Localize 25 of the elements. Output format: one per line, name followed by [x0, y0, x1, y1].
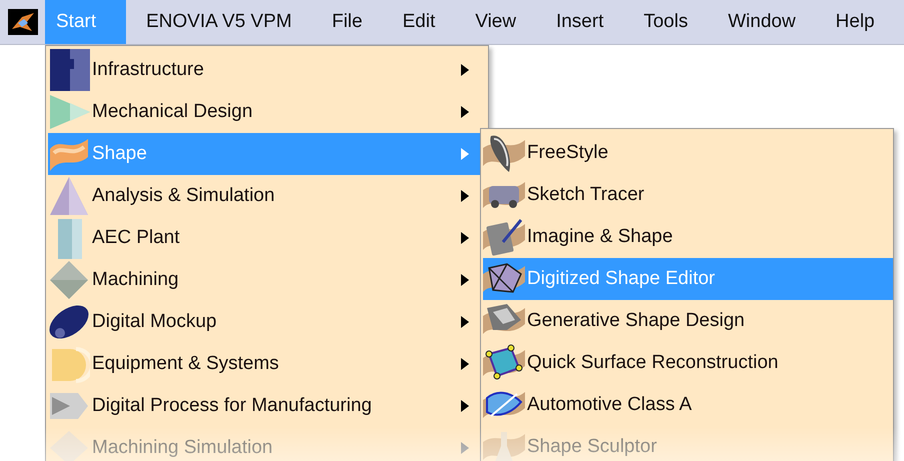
- diamond-icon: [48, 259, 90, 301]
- submenu-arrow-icon: [460, 190, 470, 202]
- menu-bar-item[interactable]: Edit: [382, 0, 456, 44]
- menu-bar-item[interactable]: ENOVIA V5 VPM: [126, 0, 312, 44]
- submenu-arrow-icon: [460, 148, 470, 160]
- pyramid-icon: [48, 175, 90, 217]
- submenu-arrow-icon: [460, 274, 470, 286]
- menu-item[interactable]: Infrastructure: [48, 49, 488, 91]
- menu-bar-item[interactable]: View: [455, 0, 536, 44]
- submenu-arrow-icon: [460, 64, 470, 76]
- grid-icon: [48, 49, 90, 91]
- menu-item[interactable]: Mechanical Design: [48, 91, 488, 133]
- menu-bar-item[interactable]: Tools: [624, 0, 708, 44]
- logo-icon[interactable]: [8, 9, 38, 35]
- menu-bar-item[interactable]: File: [312, 0, 382, 44]
- submenu-arrow-icon: [460, 400, 470, 412]
- menu-bar-item[interactable]: Window: [708, 0, 816, 44]
- menu-bar-item[interactable]: Help: [816, 0, 895, 44]
- submenu-arrow-icon: [460, 232, 470, 244]
- submenu-arrow-icon: [460, 358, 470, 370]
- submenu-arrow-icon: [460, 442, 470, 454]
- tablet-pen-icon: [483, 216, 525, 258]
- submenu-arrow-icon: [460, 106, 470, 118]
- menu-bar-item[interactable]: Insert: [536, 0, 624, 44]
- submenu-arrow-icon: [460, 316, 470, 328]
